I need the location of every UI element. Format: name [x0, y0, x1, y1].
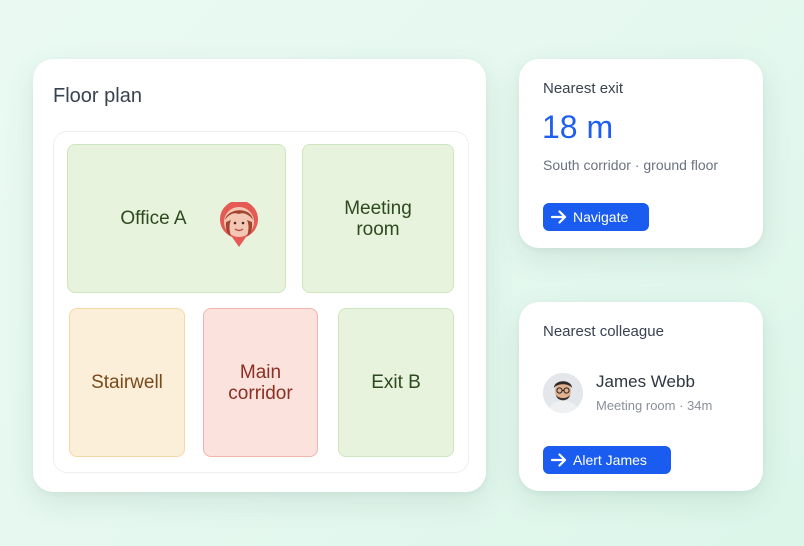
navigate-button-label: Navigate	[573, 209, 629, 225]
nearest-colleague-card: Nearest colleague James Webb Meeting roo…	[519, 302, 763, 491]
room-office-a-label: Office A	[120, 208, 187, 229]
room-main-corridor[interactable]: Main corridor	[203, 308, 318, 457]
nearest-colleague-label: Nearest colleague	[543, 323, 664, 340]
alert-button-label: Alert James	[573, 452, 647, 468]
exit-distance: 18 m	[542, 109, 614, 145]
navigate-button[interactable]: Navigate	[543, 203, 649, 231]
room-meeting-room-label: Meeting room	[344, 197, 412, 240]
colleague-name: James Webb	[596, 372, 695, 391]
nearest-exit-card: Nearest exit 18 m South corridor · groun…	[519, 59, 763, 248]
arrow-right-icon	[551, 210, 567, 224]
floor-plan-title: Floor plan	[53, 85, 142, 107]
location-pin-icon[interactable]	[219, 202, 259, 248]
room-stairwell[interactable]: Stairwell	[69, 308, 185, 457]
floor-plan-card: Floor plan Office A Meeting room Stairwe…	[33, 59, 486, 492]
room-exit-b[interactable]: Exit B	[338, 308, 454, 457]
alert-james-button[interactable]: Alert James	[543, 446, 671, 474]
floor-plan-map: Office A Meeting room Stairwell Main cor…	[53, 131, 469, 473]
avatar	[543, 373, 583, 413]
colleague-detail: Meeting room · 34m	[596, 398, 713, 413]
nearest-exit-label: Nearest exit	[543, 80, 624, 97]
room-main-corridor-label: Main corridor	[228, 361, 293, 404]
room-exit-b-label: Exit B	[371, 372, 421, 393]
arrow-right-icon	[551, 453, 567, 467]
exit-location: South corridor · ground floor	[543, 157, 719, 173]
room-meeting-room[interactable]: Meeting room	[302, 144, 454, 293]
room-stairwell-label: Stairwell	[91, 372, 163, 393]
